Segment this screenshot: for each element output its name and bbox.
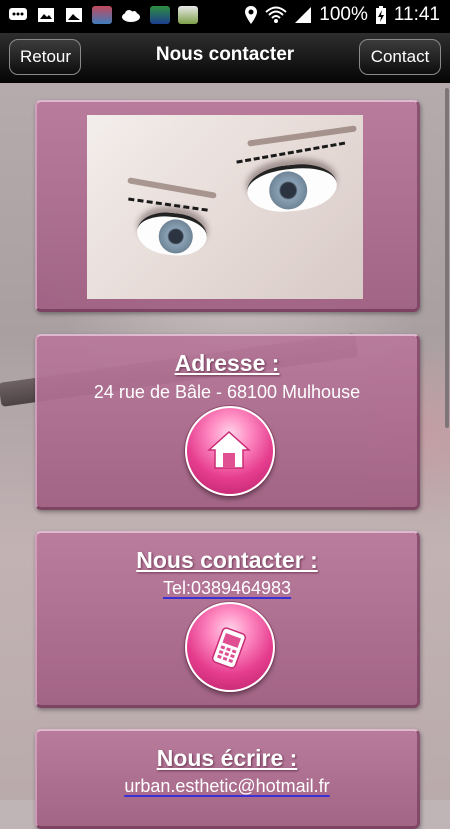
phone-heading: Nous contacter : bbox=[136, 547, 318, 573]
iris-left bbox=[157, 217, 195, 256]
location-icon bbox=[245, 6, 258, 24]
chat-icon bbox=[9, 8, 27, 20]
system-icons: 100% 11:41 bbox=[244, 4, 440, 26]
phone-number[interactable]: Tel:0389464983 bbox=[163, 578, 291, 598]
email-address[interactable]: urban.esthetic@hotmail.fr bbox=[124, 776, 329, 796]
app-header: Retour Nous contacter Contact bbox=[0, 33, 450, 83]
email-link[interactable]: urban.esthetic@hotmail.fr bbox=[37, 776, 417, 797]
notification-icons bbox=[8, 6, 198, 24]
call-button[interactable] bbox=[185, 602, 275, 692]
email-card: Nous écrire : urban.esthetic@hotmail.fr bbox=[35, 729, 420, 829]
contact-button[interactable]: Contact bbox=[359, 39, 441, 75]
photo-card bbox=[35, 100, 420, 312]
address-heading: Adresse : bbox=[174, 350, 280, 376]
signal-icon bbox=[295, 7, 312, 23]
address-text: 24 rue de Bâle - 68100 Mulhouse bbox=[93, 382, 361, 402]
address-card: Adresse : 24 rue de Bâle - 68100 Mulhous… bbox=[35, 334, 420, 510]
app-thumbnail-icon bbox=[92, 6, 112, 24]
email-heading: Nous écrire : bbox=[156, 745, 298, 771]
map-button[interactable] bbox=[185, 406, 275, 496]
wifi-icon bbox=[265, 6, 287, 23]
battery-percent: 100% bbox=[319, 4, 368, 25]
status-bar: 100% 11:41 bbox=[0, 0, 450, 33]
app-news-icon bbox=[178, 6, 198, 24]
app-game-icon bbox=[150, 6, 170, 24]
iris-right bbox=[267, 169, 310, 212]
phone-link[interactable]: Tel:0389464983 bbox=[37, 578, 417, 599]
gallery-icon bbox=[38, 8, 54, 22]
eyebrow-left bbox=[127, 177, 217, 199]
mobile-phone-icon bbox=[211, 627, 247, 669]
scrollbar[interactable] bbox=[445, 88, 449, 428]
phone-card: Nous contacter : Tel:0389464983 bbox=[35, 531, 420, 708]
home-icon bbox=[207, 430, 251, 469]
eyes-photo bbox=[87, 115, 363, 299]
image-icon bbox=[66, 8, 82, 22]
battery-charging-icon bbox=[375, 6, 386, 24]
clock: 11:41 bbox=[393, 4, 440, 25]
cloud-icon bbox=[122, 10, 140, 22]
